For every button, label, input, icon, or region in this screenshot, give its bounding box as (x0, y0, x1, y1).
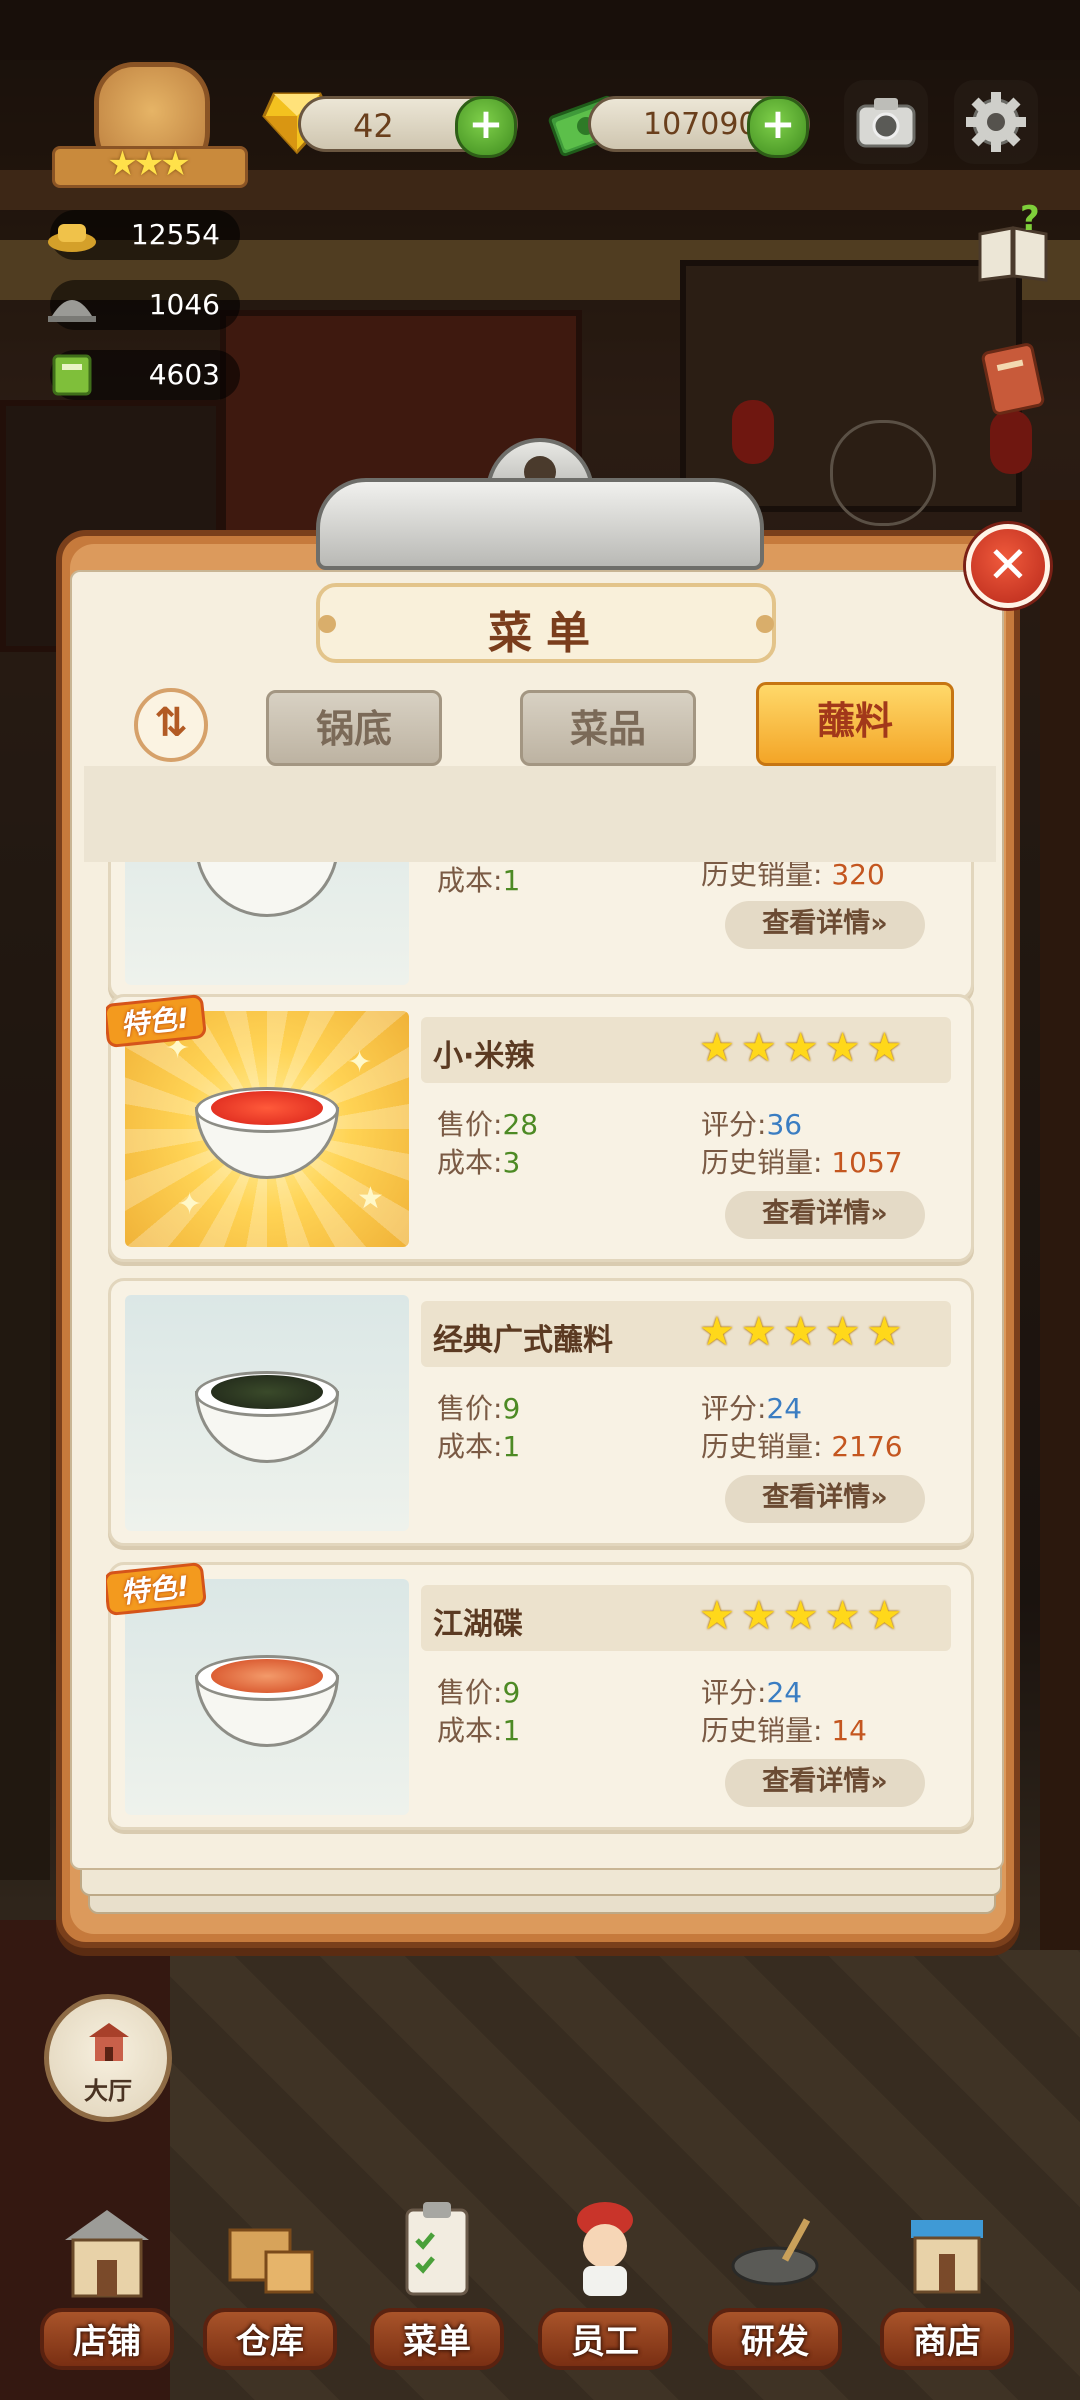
settings-button[interactable] (954, 80, 1038, 164)
journal-button[interactable] (970, 336, 1056, 422)
price-value: 9 (502, 1676, 521, 1709)
rank-stars-icon: ★★★ (107, 144, 190, 184)
cost-value: 1 (502, 1430, 521, 1463)
price-value: 28 (502, 1108, 539, 1141)
cash-count: 107090 (643, 107, 758, 142)
boxes-icon (228, 2228, 314, 2294)
stat-customers-value: 1046 (148, 288, 220, 321)
cantonese-sauce-icon (211, 1375, 323, 1409)
nav-item-research[interactable]: 研发 (700, 2180, 850, 2390)
hall-label: 大厅 (84, 2077, 132, 2105)
serving-cloche-icon (48, 300, 96, 322)
nav-label: 研发 (741, 2322, 809, 2362)
tab-divider-bar (84, 766, 996, 862)
dish-thumbnail (125, 862, 409, 985)
sparkle-icon: ★ (357, 1181, 384, 1216)
dish-thumbnail (125, 1579, 409, 1815)
help-book-icon: ? (978, 199, 1048, 282)
nav-label: 员工 (571, 2322, 639, 2362)
sparkle-icon: ✦ (347, 1045, 373, 1080)
close-icon: ✕ (987, 536, 1029, 594)
camera-button[interactable] (844, 80, 928, 164)
sales-value: 14 (831, 1714, 867, 1747)
nav-label: 仓库 (236, 2322, 304, 2362)
cost-value: 1 (502, 864, 521, 897)
view-details-button[interactable]: 查看详情» (725, 1759, 925, 1807)
journal-book-icon (981, 343, 1045, 415)
close-menu-button[interactable]: ✕ (966, 524, 1050, 608)
nav-item-store[interactable]: 商店 (872, 2180, 1022, 2390)
nav-item-staff[interactable]: 员工 (530, 2180, 680, 2390)
sales-value: 1057 (831, 1146, 903, 1179)
view-details-button[interactable]: 查看详情» (725, 901, 925, 949)
menu-item-card: ✦ ✦ ✦ ★ 特色! 小·米辣 ★★★★★ 售价:28 成本:3 评分:36 … (106, 993, 974, 1262)
rating-value: 24 (766, 1392, 803, 1425)
bowl-icon (195, 862, 339, 917)
sort-button[interactable]: ⇅ (134, 688, 208, 762)
camera-icon (856, 98, 916, 148)
clipboard-menu-icon (405, 2202, 469, 2296)
menu-item-card: 特色! 江湖碟 ★★★★★ 售价:9 成本:1 评分:24 历史销量: 14 查… (106, 1561, 974, 1830)
tab-dishes[interactable]: 菜品 (520, 690, 696, 766)
gem-counter: 42 + (298, 96, 518, 158)
rating-value: 24 (766, 1676, 803, 1709)
dish-thumbnail: ✦ ✦ ✦ ★ (125, 1011, 409, 1247)
rating-stars-icon: ★★★★★ (699, 1309, 909, 1355)
hall-building-icon (89, 2023, 129, 2061)
chili-dish-icon (211, 1091, 323, 1125)
cash-counter: 107090 + (588, 96, 810, 158)
menu-item-card: 经典广式蘸料 ★★★★★ 售价:9 成本:1 评分:24 历史销量: 2176 … (108, 1278, 974, 1546)
recipe-book-icon (52, 354, 92, 396)
shop-stall-icon (911, 2220, 983, 2294)
stat-row-recipes: 4603 (50, 350, 240, 400)
sales-value: 320 (831, 862, 885, 891)
nav-label: 商店 (913, 2322, 981, 2362)
nav-item-shop-front[interactable]: 店铺 (32, 2180, 182, 2390)
dish-thumbnail (125, 1295, 409, 1531)
gear-icon (966, 92, 1026, 152)
stat-recipes-value: 4603 (148, 358, 220, 391)
tab-dipping-sauce[interactable]: 蘸料 (756, 682, 954, 766)
storefront-icon (65, 2210, 149, 2298)
tab-soup-base[interactable]: 锅底 (266, 690, 442, 766)
dish-name: 经典广式蘸料 (433, 1323, 613, 1358)
menu-item-card: 成本:1 历史销量: 320 查看详情» (108, 862, 974, 1000)
staff-chef-icon (577, 2202, 633, 2296)
nav-item-warehouse[interactable]: 仓库 (195, 2180, 345, 2390)
sort-icon: ⇅ (154, 700, 188, 746)
stat-row-customers: 1046 (48, 280, 240, 330)
clipboard-clip (316, 438, 764, 570)
nav-label: 店铺 (73, 2322, 141, 2362)
view-details-button[interactable]: 查看详情» (725, 1191, 925, 1239)
rating-value: 36 (766, 1108, 803, 1141)
price-value: 9 (502, 1392, 521, 1425)
help-guide-button[interactable]: ? (970, 199, 1056, 290)
rating-stars-icon: ★★★★★ (699, 1025, 909, 1071)
stat-row-income: 12554 (48, 210, 240, 260)
sparkle-icon: ✦ (177, 1187, 203, 1222)
add-gems-button[interactable]: + (455, 96, 517, 158)
nav-item-menu[interactable]: 菜单 (362, 2180, 512, 2390)
menu-item-list[interactable]: 成本:1 历史销量: 320 查看详情» ✦ ✦ ✦ ★ 特色! 小·米辣 ★★… (106, 862, 976, 1840)
bottom-navigation: 店铺 仓库 菜单 员工 研发 商店 (0, 2180, 1080, 2400)
restaurant-rank-badge[interactable]: ★★★ (52, 62, 248, 192)
gold-ingot-icon (48, 224, 96, 252)
rating-stars-icon: ★★★★★ (699, 1593, 909, 1639)
nav-label: 菜单 (403, 2322, 471, 2362)
add-cash-button[interactable]: + (747, 96, 809, 158)
menu-title: 菜单 (488, 608, 604, 659)
hall-button[interactable]: 大厅 (44, 1994, 172, 2122)
wok-research-icon (731, 2218, 819, 2286)
svg-text:?: ? (1020, 204, 1040, 239)
menu-title-plate: 菜单 (316, 583, 776, 663)
dish-name: 小·米辣 (433, 1039, 535, 1074)
gem-count: 42 (353, 107, 394, 145)
jianghu-dish-icon (211, 1659, 323, 1693)
view-details-button[interactable]: 查看详情» (725, 1475, 925, 1523)
stat-income-value: 12554 (130, 218, 220, 251)
sales-value: 2176 (831, 1430, 903, 1463)
cost-value: 1 (502, 1714, 521, 1747)
dish-name: 江湖碟 (433, 1607, 523, 1642)
cost-value: 3 (502, 1146, 521, 1179)
